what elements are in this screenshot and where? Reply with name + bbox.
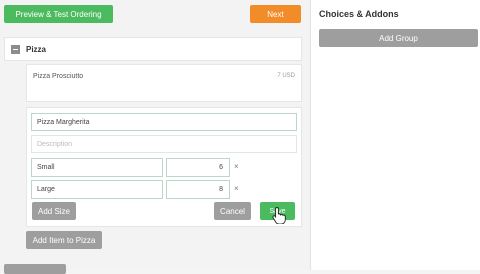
preview-test-ordering-button[interactable]: Preview & Test Ordering bbox=[4, 5, 113, 23]
add-size-button[interactable]: Add Size bbox=[32, 202, 76, 220]
item-name: Pizza Prosciutto bbox=[33, 73, 84, 80]
menu-item-card[interactable]: Pizza Prosciutto 7 USD bbox=[26, 64, 302, 102]
remove-size-icon[interactable]: × bbox=[234, 162, 239, 171]
add-group-button[interactable]: Add Group bbox=[319, 29, 478, 47]
add-item-button[interactable]: Add Item to Pizza bbox=[26, 231, 102, 249]
collapse-icon[interactable] bbox=[11, 44, 20, 54]
description-input[interactable]: Description bbox=[31, 135, 297, 153]
size-name-input-small[interactable]: Small bbox=[31, 158, 163, 177]
item-price: 7 USD bbox=[277, 73, 295, 79]
hand-pointer-icon bbox=[272, 207, 286, 224]
size-price-input-small[interactable]: 6 bbox=[166, 158, 230, 177]
next-button[interactable]: Next bbox=[250, 5, 301, 23]
panel-title: Choices & Addons bbox=[319, 9, 399, 19]
menu-editor-panel: Preview & Test Ordering Next Pizza Pizza… bbox=[0, 0, 310, 274]
group-header-pizza[interactable]: Pizza bbox=[4, 37, 302, 61]
size-price-input-large[interactable]: 8 bbox=[166, 180, 230, 199]
item-name-input[interactable]: Pizza Margherita bbox=[31, 113, 297, 131]
group-title: Pizza bbox=[26, 44, 47, 54]
remove-size-icon[interactable]: × bbox=[234, 184, 239, 193]
size-name-input-large[interactable]: Large bbox=[31, 180, 163, 199]
partial-bottom-button[interactable] bbox=[4, 264, 66, 274]
cancel-button[interactable]: Cancel bbox=[214, 202, 251, 220]
item-edit-form: Pizza Margherita Description Small 6 × L… bbox=[26, 107, 302, 227]
